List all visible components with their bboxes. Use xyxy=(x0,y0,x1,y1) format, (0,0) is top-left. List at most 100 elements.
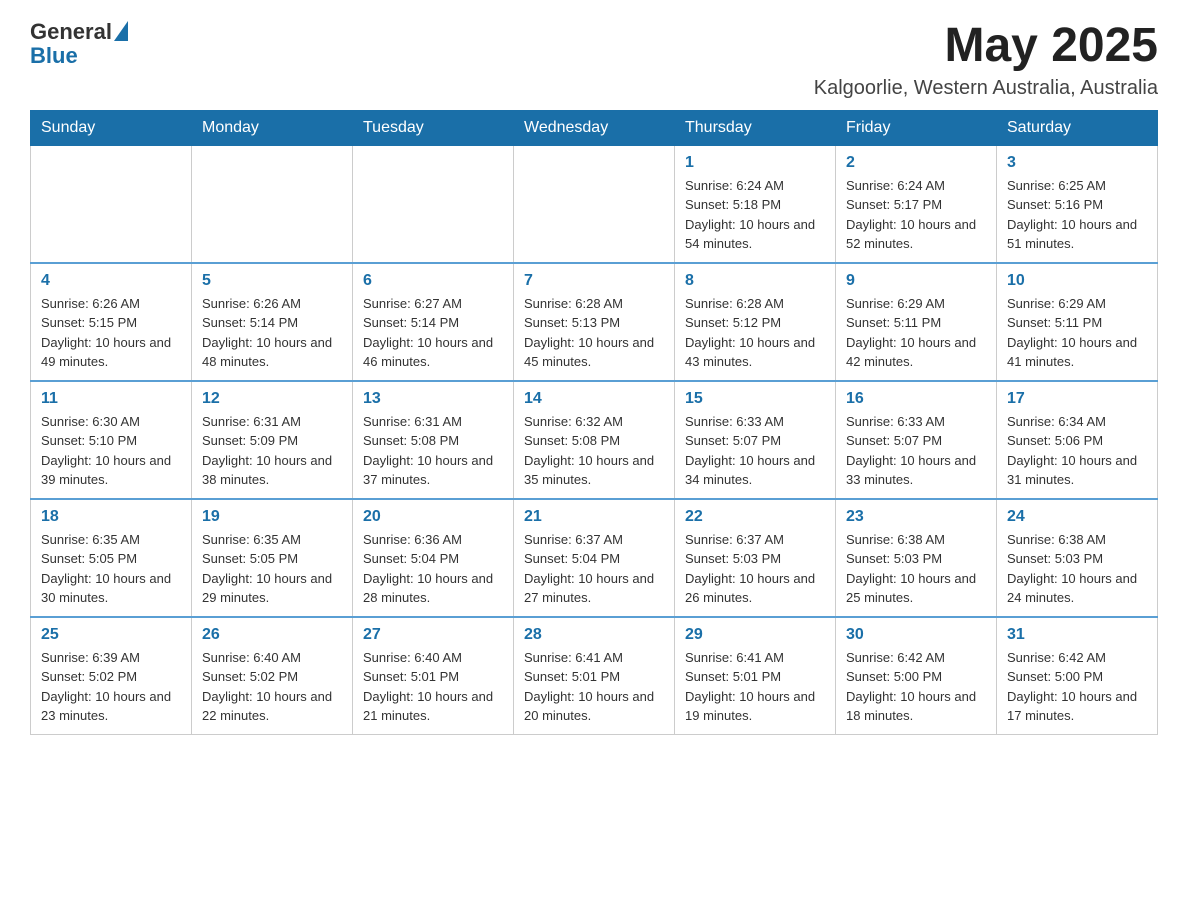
day-of-week-friday: Friday xyxy=(836,110,997,145)
calendar-cell: 18 Sunrise: 6:35 AMSunset: 5:05 PMDayligh… xyxy=(31,499,192,617)
calendar-week-4: 18 Sunrise: 6:35 AMSunset: 5:05 PMDayligh… xyxy=(31,499,1158,617)
calendar-cell: 22 Sunrise: 6:37 AMSunset: 5:03 PMDayligh… xyxy=(675,499,836,617)
calendar-cell xyxy=(514,145,675,263)
day-info: Sunrise: 6:31 AMSunset: 5:09 PMDaylight:… xyxy=(202,412,342,490)
day-number: 4 xyxy=(41,272,181,290)
calendar-week-2: 4 Sunrise: 6:26 AMSunset: 5:15 PMDaylight… xyxy=(31,263,1158,381)
day-of-week-thursday: Thursday xyxy=(675,110,836,145)
day-info: Sunrise: 6:41 AMSunset: 5:01 PMDaylight:… xyxy=(524,648,664,726)
calendar-cell: 13Sunrise: 6:31 AMSunset: 5:08 PMDayligh… xyxy=(353,381,514,499)
day-number: 9 xyxy=(846,272,986,290)
calendar-week-3: 11 Sunrise: 6:30 AMSunset: 5:10 PMDayligh… xyxy=(31,381,1158,499)
day-number: 7 xyxy=(524,272,664,290)
calendar-cell xyxy=(192,145,353,263)
day-info: Sunrise: 6:40 AMSunset: 5:01 PMDaylight:… xyxy=(363,648,503,726)
calendar-cell: 14Sunrise: 6:32 AMSunset: 5:08 PMDayligh… xyxy=(514,381,675,499)
day-number: 12 xyxy=(202,390,342,408)
calendar-cell: 1 Sunrise: 6:24 AMSunset: 5:18 PMDaylight… xyxy=(675,145,836,263)
day-number: 13 xyxy=(363,390,503,408)
title-area: May 2025 Kalgoorlie, Western Australia, … xyxy=(814,20,1158,100)
day-of-week-monday: Monday xyxy=(192,110,353,145)
calendar-cell: 19Sunrise: 6:35 AMSunset: 5:05 PMDayligh… xyxy=(192,499,353,617)
calendar-cell: 9Sunrise: 6:29 AMSunset: 5:11 PMDaylight… xyxy=(836,263,997,381)
day-info: Sunrise: 6:24 AMSunset: 5:17 PMDaylight:… xyxy=(846,176,986,254)
logo-general-text: General xyxy=(30,20,112,44)
calendar-cell: 6 Sunrise: 6:27 AMSunset: 5:14 PMDaylight… xyxy=(353,263,514,381)
calendar-cell: 20 Sunrise: 6:36 AMSunset: 5:04 PMDayligh… xyxy=(353,499,514,617)
calendar-cell: 16 Sunrise: 6:33 AMSunset: 5:07 PMDayligh… xyxy=(836,381,997,499)
day-info: Sunrise: 6:42 AMSunset: 5:00 PMDaylight:… xyxy=(846,648,986,726)
calendar-cell: 8Sunrise: 6:28 AMSunset: 5:12 PMDaylight… xyxy=(675,263,836,381)
calendar-header: SundayMondayTuesdayWednesdayThursdayFrid… xyxy=(31,110,1158,145)
calendar-cell: 28 Sunrise: 6:41 AMSunset: 5:01 PMDayligh… xyxy=(514,617,675,735)
logo-blue-text: Blue xyxy=(30,44,128,68)
day-number: 19 xyxy=(202,508,342,526)
day-of-week-wednesday: Wednesday xyxy=(514,110,675,145)
page-header: General Blue May 2025 Kalgoorlie, Wester… xyxy=(30,20,1158,100)
day-info: Sunrise: 6:28 AMSunset: 5:13 PMDaylight:… xyxy=(524,294,664,372)
day-number: 30 xyxy=(846,626,986,644)
day-info: Sunrise: 6:41 AMSunset: 5:01 PMDaylight:… xyxy=(685,648,825,726)
day-number: 17 xyxy=(1007,390,1147,408)
day-number: 27 xyxy=(363,626,503,644)
day-number: 26 xyxy=(202,626,342,644)
calendar-cell: 10Sunrise: 6:29 AMSunset: 5:11 PMDayligh… xyxy=(997,263,1158,381)
day-info: Sunrise: 6:25 AMSunset: 5:16 PMDaylight:… xyxy=(1007,176,1147,254)
day-number: 15 xyxy=(685,390,825,408)
day-info: Sunrise: 6:34 AMSunset: 5:06 PMDaylight:… xyxy=(1007,412,1147,490)
day-info: Sunrise: 6:26 AMSunset: 5:14 PMDaylight:… xyxy=(202,294,342,372)
calendar-cell: 29 Sunrise: 6:41 AMSunset: 5:01 PMDayligh… xyxy=(675,617,836,735)
day-number: 3 xyxy=(1007,154,1147,172)
day-number: 31 xyxy=(1007,626,1147,644)
day-info: Sunrise: 6:38 AMSunset: 5:03 PMDaylight:… xyxy=(1007,530,1147,608)
calendar-cell: 12 Sunrise: 6:31 AMSunset: 5:09 PMDayligh… xyxy=(192,381,353,499)
day-number: 22 xyxy=(685,508,825,526)
day-info: Sunrise: 6:27 AMSunset: 5:14 PMDaylight:… xyxy=(363,294,503,372)
day-number: 1 xyxy=(685,154,825,172)
day-number: 14 xyxy=(524,390,664,408)
calendar-cell: 17 Sunrise: 6:34 AMSunset: 5:06 PMDayligh… xyxy=(997,381,1158,499)
day-info: Sunrise: 6:24 AMSunset: 5:18 PMDaylight:… xyxy=(685,176,825,254)
day-number: 21 xyxy=(524,508,664,526)
day-number: 16 xyxy=(846,390,986,408)
day-info: Sunrise: 6:30 AMSunset: 5:10 PMDaylight:… xyxy=(41,412,181,490)
calendar-cell: 7 Sunrise: 6:28 AMSunset: 5:13 PMDaylight… xyxy=(514,263,675,381)
day-number: 28 xyxy=(524,626,664,644)
day-info: Sunrise: 6:37 AMSunset: 5:03 PMDaylight:… xyxy=(685,530,825,608)
day-info: Sunrise: 6:40 AMSunset: 5:02 PMDaylight:… xyxy=(202,648,342,726)
calendar-cell: 31 Sunrise: 6:42 AMSunset: 5:00 PMDayligh… xyxy=(997,617,1158,735)
calendar-table: SundayMondayTuesdayWednesdayThursdayFrid… xyxy=(30,110,1158,735)
calendar-cell: 5 Sunrise: 6:26 AMSunset: 5:14 PMDaylight… xyxy=(192,263,353,381)
calendar-cell: 25Sunrise: 6:39 AMSunset: 5:02 PMDayligh… xyxy=(31,617,192,735)
calendar-cell: 24 Sunrise: 6:38 AMSunset: 5:03 PMDayligh… xyxy=(997,499,1158,617)
day-info: Sunrise: 6:35 AMSunset: 5:05 PMDaylight:… xyxy=(41,530,181,608)
day-number: 2 xyxy=(846,154,986,172)
logo: General Blue xyxy=(30,20,128,68)
day-number: 29 xyxy=(685,626,825,644)
day-number: 11 xyxy=(41,390,181,408)
day-info: Sunrise: 6:33 AMSunset: 5:07 PMDaylight:… xyxy=(846,412,986,490)
day-info: Sunrise: 6:26 AMSunset: 5:15 PMDaylight:… xyxy=(41,294,181,372)
day-info: Sunrise: 6:36 AMSunset: 5:04 PMDaylight:… xyxy=(363,530,503,608)
calendar-cell: 4 Sunrise: 6:26 AMSunset: 5:15 PMDaylight… xyxy=(31,263,192,381)
calendar-cell: 27 Sunrise: 6:40 AMSunset: 5:01 PMDayligh… xyxy=(353,617,514,735)
day-number: 5 xyxy=(202,272,342,290)
calendar-cell: 3 Sunrise: 6:25 AMSunset: 5:16 PMDaylight… xyxy=(997,145,1158,263)
day-number: 24 xyxy=(1007,508,1147,526)
day-number: 6 xyxy=(363,272,503,290)
calendar-week-5: 25Sunrise: 6:39 AMSunset: 5:02 PMDayligh… xyxy=(31,617,1158,735)
day-number: 25 xyxy=(41,626,181,644)
month-title: May 2025 xyxy=(814,20,1158,73)
calendar-cell: 15 Sunrise: 6:33 AMSunset: 5:07 PMDayligh… xyxy=(675,381,836,499)
day-info: Sunrise: 6:28 AMSunset: 5:12 PMDaylight:… xyxy=(685,294,825,372)
calendar-cell xyxy=(31,145,192,263)
day-info: Sunrise: 6:38 AMSunset: 5:03 PMDaylight:… xyxy=(846,530,986,608)
day-of-week-saturday: Saturday xyxy=(997,110,1158,145)
day-info: Sunrise: 6:37 AMSunset: 5:04 PMDaylight:… xyxy=(524,530,664,608)
day-info: Sunrise: 6:42 AMSunset: 5:00 PMDaylight:… xyxy=(1007,648,1147,726)
day-info: Sunrise: 6:33 AMSunset: 5:07 PMDaylight:… xyxy=(685,412,825,490)
calendar-cell: 2 Sunrise: 6:24 AMSunset: 5:17 PMDaylight… xyxy=(836,145,997,263)
day-number: 20 xyxy=(363,508,503,526)
day-number: 18 xyxy=(41,508,181,526)
day-number: 23 xyxy=(846,508,986,526)
